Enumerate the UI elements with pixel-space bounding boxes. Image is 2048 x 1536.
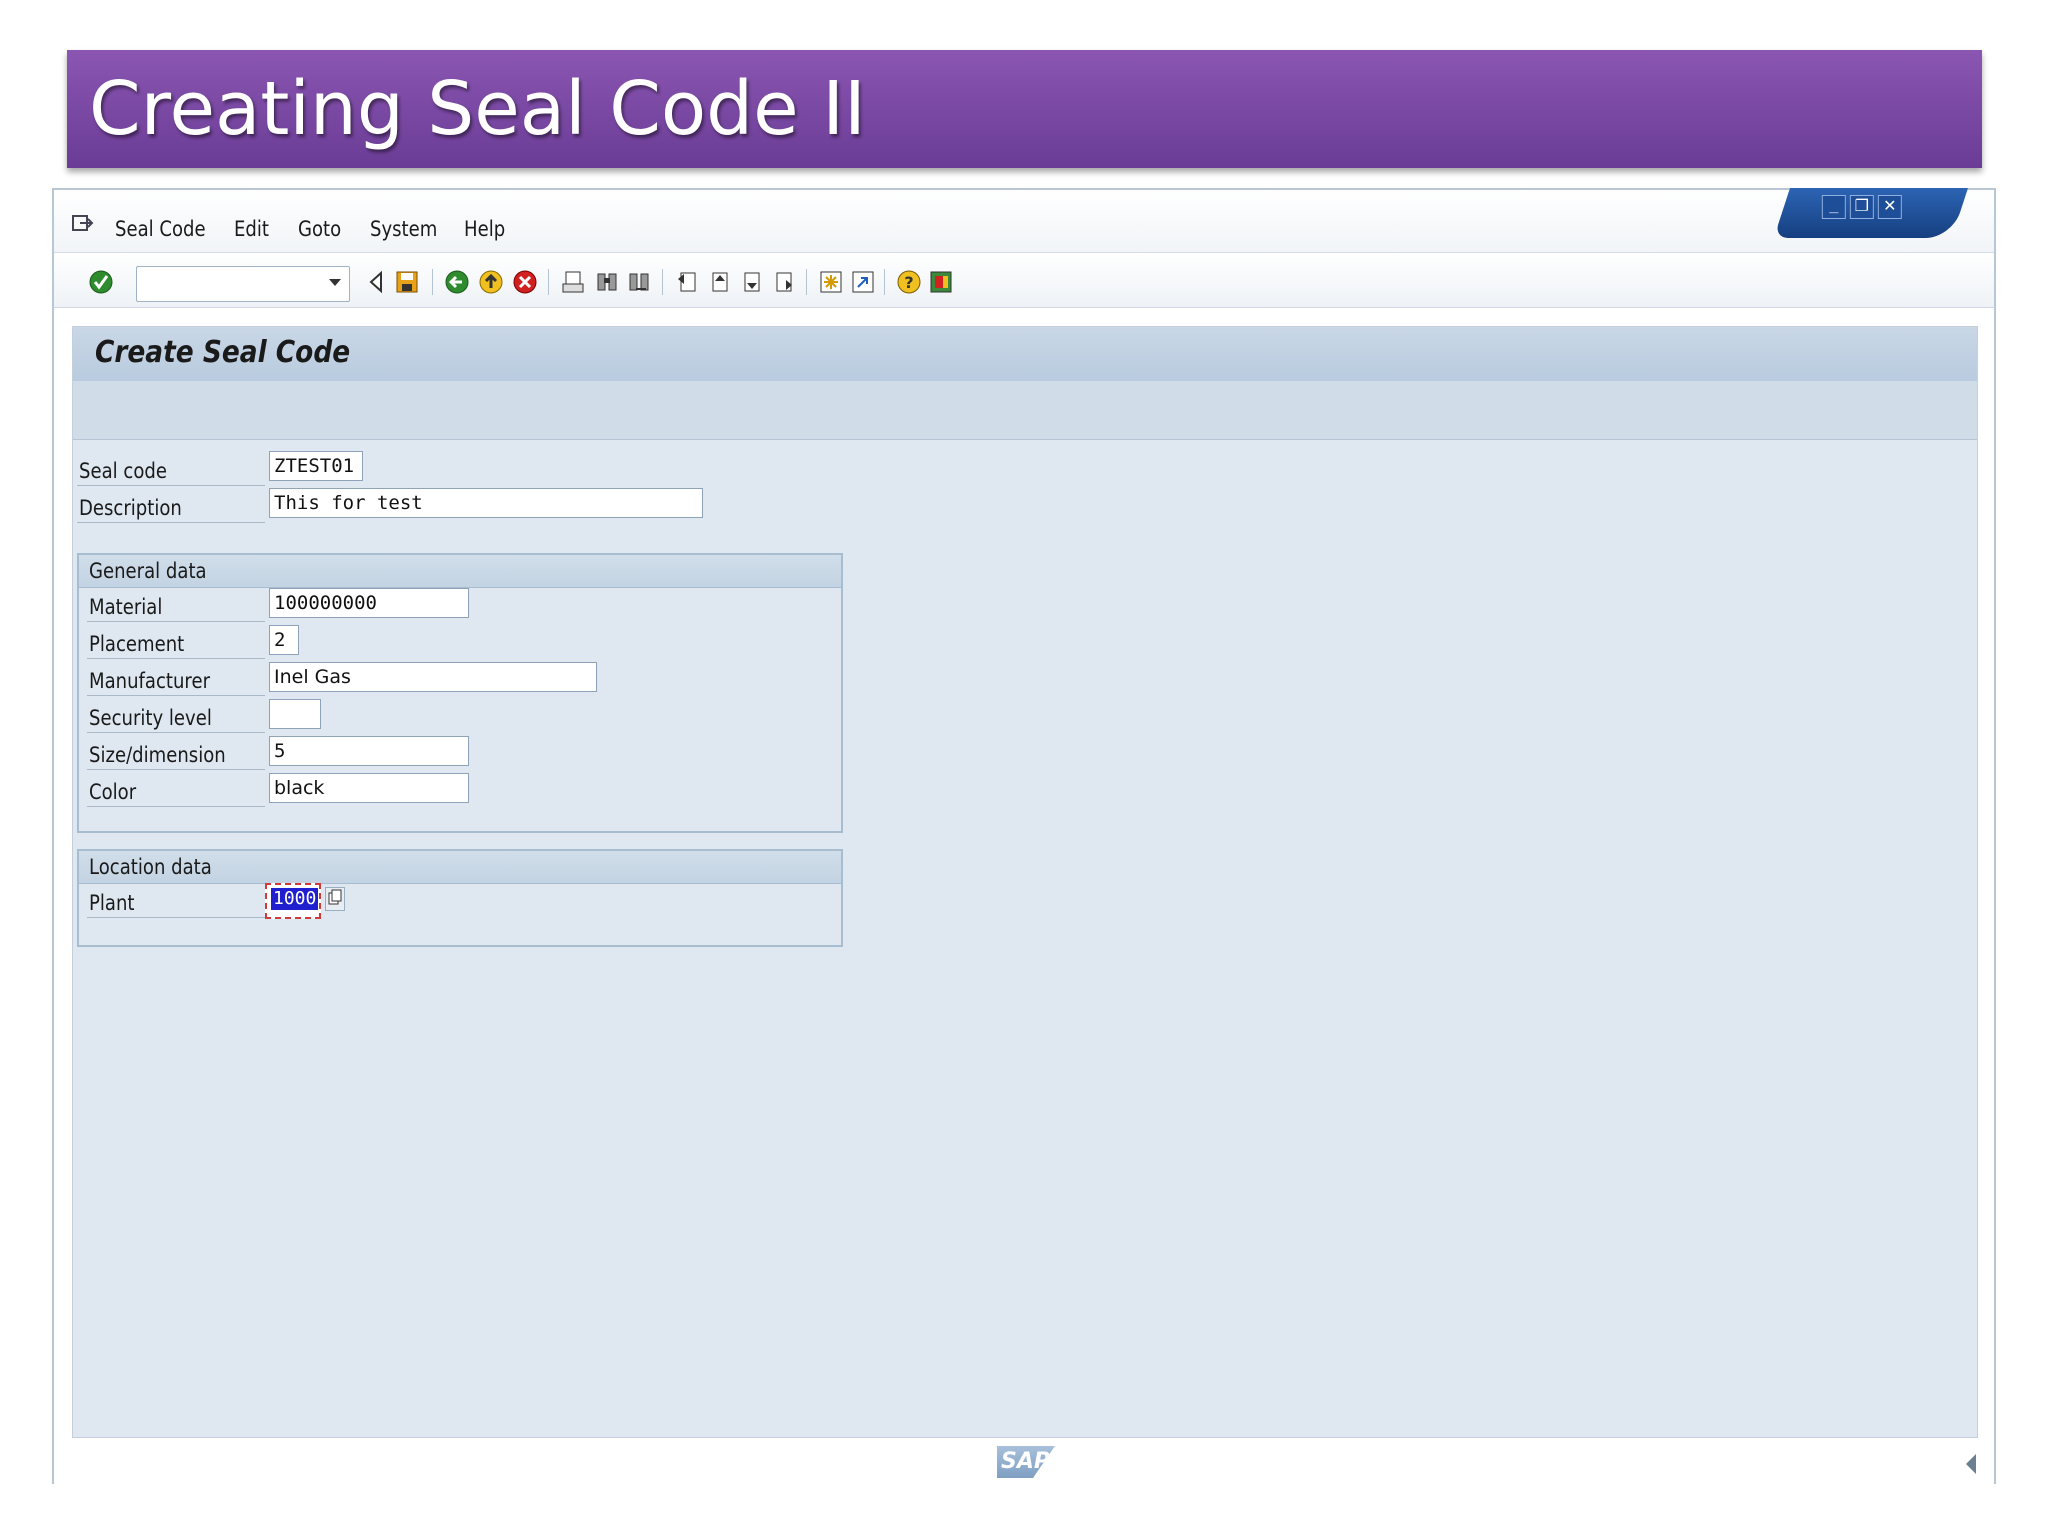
- security-level-field[interactable]: [269, 699, 321, 729]
- last-page-icon[interactable]: [770, 269, 796, 295]
- plant-label: Plant: [89, 891, 135, 915]
- general-data-title: General data: [89, 559, 207, 583]
- toolbar-separator: [548, 269, 549, 295]
- placement-label: Placement: [89, 632, 185, 656]
- slide-title: Creating Seal Code II: [89, 66, 866, 152]
- svg-text:?: ?: [904, 273, 913, 292]
- minimize-icon[interactable]: _: [1821, 195, 1846, 219]
- plant-field-value: 1000: [271, 888, 319, 910]
- menu-item-goto[interactable]: Goto: [298, 217, 341, 241]
- label-underline: [87, 917, 265, 918]
- label-underline: [87, 732, 265, 733]
- placement-field[interactable]: 2: [269, 625, 299, 655]
- menu-item-edit[interactable]: Edit: [234, 217, 269, 241]
- main-content: Create Seal Code Seal code ZTEST01 Descr…: [72, 326, 1978, 1438]
- value-help-button[interactable]: [325, 887, 345, 911]
- toolbar-separator: [662, 269, 663, 295]
- material-label: Material: [89, 595, 163, 619]
- description-label: Description: [79, 496, 182, 520]
- menu-item-seal-code[interactable]: Seal Code: [115, 217, 206, 241]
- find-icon[interactable]: [594, 269, 620, 295]
- toolbar-separator: [806, 269, 807, 295]
- screen-header: Create Seal Code: [73, 327, 1977, 381]
- size-dimension-label: Size/dimension: [89, 743, 226, 767]
- plant-field-wrap: 1000: [265, 883, 321, 919]
- enter-check-icon[interactable]: [88, 269, 114, 295]
- standard-toolbar: ?: [54, 253, 1994, 308]
- location-data-title: Location data: [89, 855, 212, 879]
- general-data-header: General data: [79, 555, 841, 588]
- print-icon[interactable]: [560, 269, 586, 295]
- label-underline: [87, 695, 265, 696]
- shortcut-icon[interactable]: [850, 269, 876, 295]
- material-field[interactable]: 100000000: [269, 588, 469, 618]
- create-session-icon[interactable]: [818, 269, 844, 295]
- next-page-icon[interactable]: [738, 269, 764, 295]
- label-underline: [77, 485, 265, 486]
- manufacturer-label: Manufacturer: [89, 669, 210, 693]
- status-collapse-icon[interactable]: [1966, 1454, 1976, 1474]
- find-next-icon[interactable]: [626, 269, 652, 295]
- close-icon[interactable]: ✕: [1877, 195, 1902, 219]
- color-label: Color: [89, 780, 137, 804]
- customize-layout-icon[interactable]: [928, 269, 954, 295]
- label-underline: [77, 522, 265, 523]
- command-field[interactable]: [136, 266, 350, 302]
- description-field[interactable]: This for test: [269, 488, 703, 518]
- general-data-group: General data Material 100000000 Placemen…: [77, 553, 843, 833]
- value-help-icon: [328, 889, 342, 905]
- plant-field[interactable]: 1000: [265, 883, 321, 919]
- previous-page-icon[interactable]: [706, 269, 732, 295]
- back-arrow-icon[interactable]: [364, 269, 390, 295]
- menu-item-help[interactable]: Help: [464, 217, 505, 241]
- menu-exit-icon[interactable]: [72, 214, 94, 234]
- restore-icon[interactable]: ❐: [1849, 195, 1874, 219]
- screen-title: Create Seal Code: [95, 335, 351, 370]
- chevron-down-icon[interactable]: [329, 279, 341, 286]
- application-toolbar: [73, 381, 1977, 440]
- menu-item-system[interactable]: System: [370, 217, 437, 241]
- label-underline: [87, 769, 265, 770]
- security-level-label: Security level: [89, 706, 212, 730]
- manufacturer-field[interactable]: Inel Gas: [269, 662, 597, 692]
- toolbar-separator: [432, 269, 433, 295]
- location-data-header: Location data: [79, 851, 841, 884]
- label-underline: [87, 658, 265, 659]
- exit-yellow-icon[interactable]: [478, 269, 504, 295]
- window-controls: _ ❐ ✕: [1773, 188, 1968, 238]
- save-icon[interactable]: [394, 269, 420, 295]
- slide-title-bar: Creating Seal Code II: [67, 50, 1982, 168]
- sap-logo: SAP: [997, 1446, 1055, 1478]
- seal-code-label: Seal code: [79, 459, 167, 483]
- sap-window: Seal Code Edit Goto System Help _ ❐ ✕ ? …: [52, 188, 1996, 1484]
- first-page-icon[interactable]: [674, 269, 700, 295]
- location-data-group: Location data Plant 1000: [77, 849, 843, 947]
- color-field[interactable]: black: [269, 773, 469, 803]
- cancel-red-icon[interactable]: [512, 269, 538, 295]
- back-green-icon[interactable]: [444, 269, 470, 295]
- label-underline: [87, 621, 265, 622]
- label-underline: [87, 806, 265, 807]
- seal-code-field[interactable]: ZTEST01: [269, 451, 363, 481]
- status-bar: SAP: [54, 1440, 1994, 1484]
- menu-bar: Seal Code Edit Goto System Help _ ❐ ✕: [54, 188, 1994, 253]
- size-dimension-field[interactable]: 5: [269, 736, 469, 766]
- toolbar-separator: [884, 269, 885, 295]
- help-icon[interactable]: ?: [896, 269, 922, 295]
